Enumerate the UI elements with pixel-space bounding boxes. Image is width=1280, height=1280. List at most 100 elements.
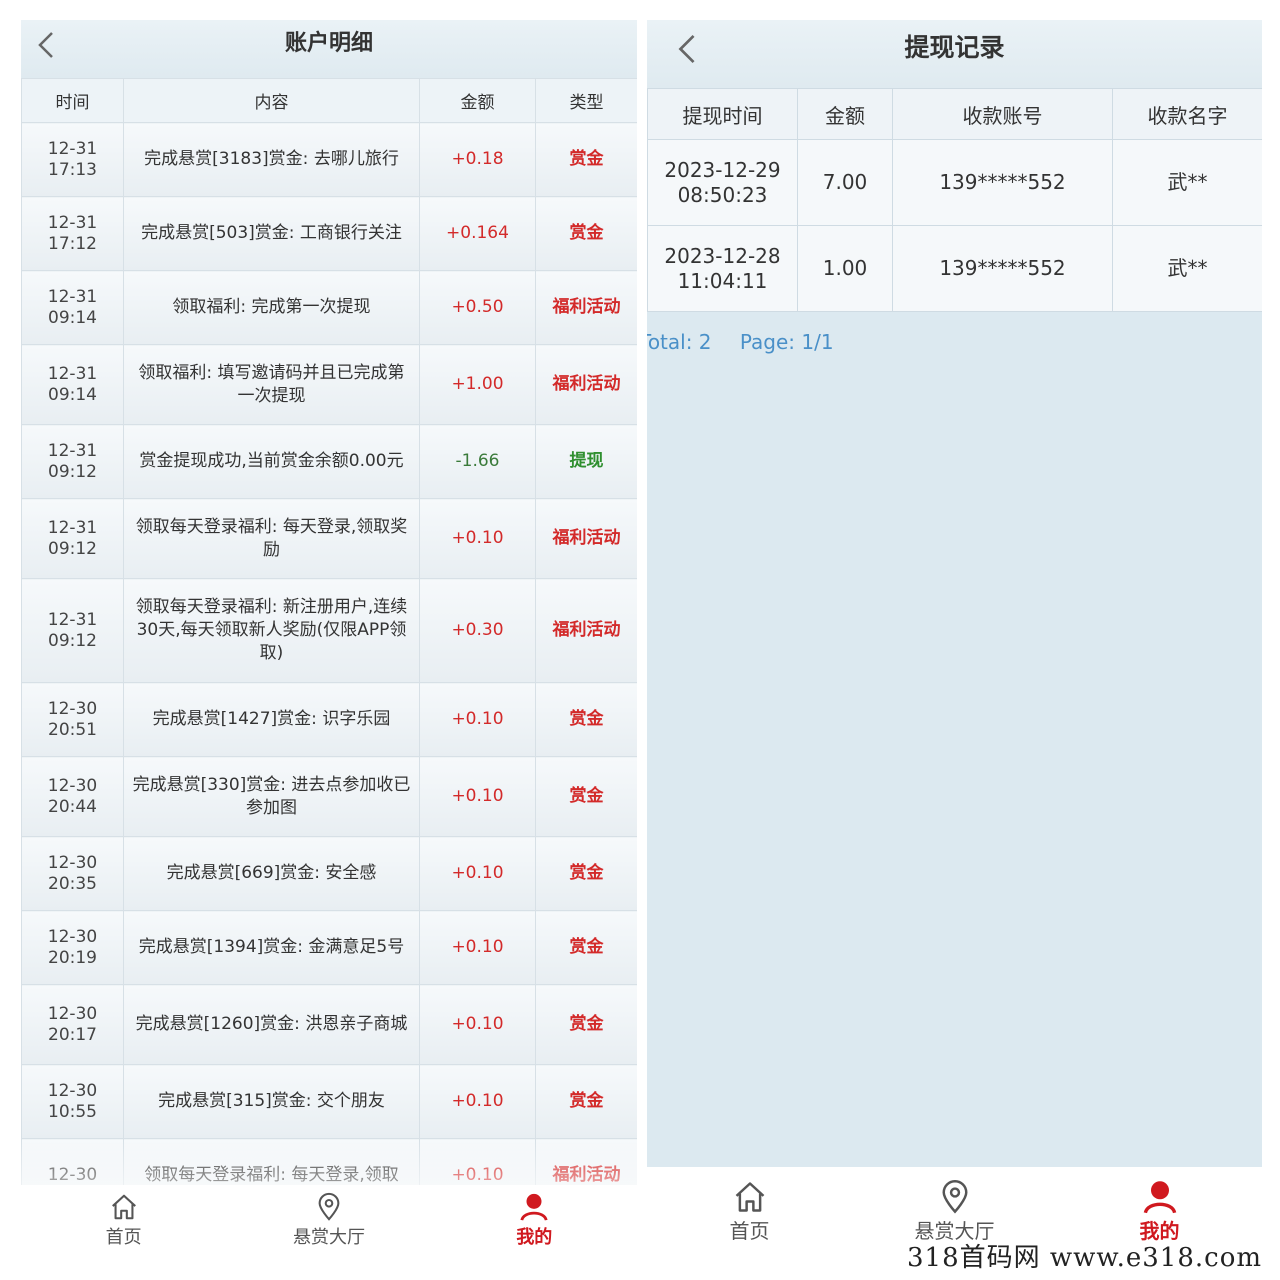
amount-cell: -1.66: [419, 424, 536, 499]
page-indicator: Page: 1/1: [739, 330, 834, 354]
clock-text: 20:17: [48, 1024, 97, 1045]
account-details-panel: 账户明细 时间 内容 金额 类型 12-31 17:13 完成悬赏[3183]赏金:…: [21, 20, 637, 1255]
type-cell: 赏金: [535, 756, 637, 837]
type-cell: 赏金: [535, 122, 637, 197]
nav-mine[interactable]: 我的: [432, 1185, 637, 1255]
table-row: 12-30 20:17 完成悬赏[1260]赏金: 洪恩亲子商城 +0.10 赏金: [21, 984, 637, 1065]
pagination-info: Total: 2 Page: 1/1: [647, 312, 1262, 372]
content-cell: 完成悬赏[330]赏金: 进去点参加收已参加图: [123, 756, 420, 837]
time-cell: 12-31 09:14: [21, 270, 124, 345]
account-cell: 139*****552: [892, 139, 1113, 226]
content-cell: 完成悬赏[3183]赏金: 去哪儿旅行: [123, 122, 420, 197]
table-row: 12-30 20:44 完成悬赏[330]赏金: 进去点参加收已参加图 +0.10 赏金: [21, 756, 637, 837]
nav-bounty-hall[interactable]: 悬赏大厅: [226, 1185, 431, 1255]
clock-text: 09:14: [48, 307, 97, 328]
account-details-rows: 12-31 17:13 完成悬赏[3183]赏金: 去哪儿旅行 +0.18 赏金 12-3…: [21, 122, 637, 1213]
date-text: 12-30: [47, 852, 98, 873]
amount-cell: 7.00: [797, 139, 893, 226]
nav-home-label: 首页: [105, 1227, 142, 1248]
time-cell: 12-30 20:19: [21, 910, 124, 985]
clock-text: 17:12: [48, 233, 97, 254]
time-cell: 12-31 17:13: [21, 122, 124, 197]
date-text: 2023-12-28: [664, 243, 781, 268]
table-row: 2023-12-29 08:50:23 7.00 139*****552 武**: [647, 139, 1262, 226]
payee-name-cell: 武**: [1112, 139, 1262, 226]
payee-name-cell: 武**: [1112, 225, 1262, 312]
nav-mine-label: 我的: [516, 1227, 553, 1248]
back-arrow-icon[interactable]: [675, 32, 699, 66]
clock-text: 09:12: [48, 461, 97, 482]
amount-cell: +0.10: [419, 984, 536, 1065]
table-row: 12-31 09:12 领取每天登录福利: 新注册用户,连续30天,每天领取新人奖励…: [21, 578, 637, 683]
amount-cell: +0.10: [419, 836, 536, 911]
type-cell: 赏金: [535, 1064, 637, 1139]
nav-bounty-hall-label: 悬赏大厅: [292, 1227, 365, 1248]
amount-cell: +1.00: [419, 344, 536, 425]
clock-text: 20:51: [48, 719, 97, 740]
date-text: 2023-12-29: [664, 157, 781, 182]
table-row: 12-30 20:19 完成悬赏[1394]赏金: 金满意足5号 +0.10 赏金: [21, 910, 637, 985]
clock-text: 09:12: [48, 538, 97, 559]
date-text: 12-31: [47, 138, 98, 159]
clock-text: 09:14: [48, 384, 97, 405]
content-cell: 领取福利: 完成第一次提现: [123, 270, 420, 345]
clock-text: 17:13: [48, 159, 97, 180]
amount-cell: +0.10: [419, 756, 536, 837]
account-details-table: 时间 内容 金额 类型 12-31 17:13 完成悬赏[3183]赏金: 去哪儿旅…: [21, 78, 637, 1213]
time-cell: 12-30 20:51: [21, 682, 124, 757]
date-text: 12-31: [47, 286, 98, 307]
type-cell: 赏金: [535, 910, 637, 985]
content-cell: 领取福利: 填写邀请码并且已完成第一次提现: [123, 344, 420, 425]
type-cell: 福利活动: [535, 578, 637, 683]
type-cell: 福利活动: [535, 270, 637, 345]
column-header-amount: 金额: [419, 78, 536, 123]
date-text: 12-30: [47, 926, 98, 947]
location-pin-icon: [318, 1192, 340, 1221]
type-cell: 福利活动: [535, 344, 637, 425]
date-text: 12-31: [47, 609, 98, 630]
withdrawal-records-header: 提现记录: [647, 20, 1262, 88]
column-header-withdraw-time: 提现时间: [647, 88, 798, 140]
time-cell: 12-31 17:12: [21, 196, 124, 271]
date-text: 12-30: [47, 1003, 98, 1024]
time-cell: 12-30 20:17: [21, 984, 124, 1065]
account-details-header: 账户明细: [21, 20, 637, 78]
table-row: 12-31 09:12 赏金提现成功,当前赏金余额0.00元 -1.66 提现: [21, 424, 637, 499]
content-cell: 完成悬赏[669]赏金: 安全感: [123, 836, 420, 911]
amount-cell: +0.10: [419, 682, 536, 757]
home-icon: [735, 1181, 764, 1212]
nav-home[interactable]: 首页: [647, 1167, 852, 1255]
amount-cell: 1.00: [797, 225, 893, 312]
amount-cell: +0.10: [419, 498, 536, 579]
table-row: 12-30 10:55 完成悬赏[315]赏金: 交个朋友 +0.10 赏金: [21, 1064, 637, 1139]
amount-cell: +0.18: [419, 122, 536, 197]
bottom-nav: 首页 悬赏大厅 我的: [21, 1185, 637, 1255]
date-text: 12-31: [47, 440, 98, 461]
date-text: 12-30: [47, 1080, 98, 1101]
page-title: 提现记录: [904, 33, 1005, 62]
content-cell: 完成悬赏[1394]赏金: 金满意足5号: [123, 910, 420, 985]
date-text: 12-31: [47, 363, 98, 384]
amount-cell: +0.50: [419, 270, 536, 345]
time-cell: 12-31 09:12: [21, 424, 124, 499]
time-cell: 12-31 09:14: [21, 344, 124, 425]
column-header-payee-name: 收款名字: [1112, 88, 1262, 140]
table-row: 12-30 20:35 完成悬赏[669]赏金: 安全感 +0.10 赏金: [21, 836, 637, 911]
time-cell: 12-30 20:35: [21, 836, 124, 911]
back-arrow-icon[interactable]: [35, 30, 57, 60]
clock-text: 20:19: [48, 947, 97, 968]
nav-home[interactable]: 首页: [21, 1185, 226, 1255]
table-row: 12-31 09:14 领取福利: 填写邀请码并且已完成第一次提现 +1.00 福利活动: [21, 344, 637, 425]
user-icon: [520, 1193, 548, 1221]
table-header-row: 提现时间 金额 收款账号 收款名字: [647, 88, 1262, 140]
column-header-account: 收款账号: [892, 88, 1113, 140]
table-row: 12-31 17:12 完成悬赏[503]赏金: 工商银行关注 +0.164 赏金: [21, 196, 637, 271]
content-cell: 赏金提现成功,当前赏金余额0.00元: [123, 424, 420, 499]
time-cell: 12-30 10:55: [21, 1064, 124, 1139]
table-row: 12-31 09:14 领取福利: 完成第一次提现 +0.50 福利活动: [21, 270, 637, 345]
table-header-row: 时间 内容 金额 类型: [21, 78, 637, 123]
table-row: 12-31 09:12 领取每天登录福利: 每天登录,领取奖励 +0.10 福利活动: [21, 498, 637, 579]
account-cell: 139*****552: [892, 225, 1113, 312]
time-cell: 12-30 20:44: [21, 756, 124, 837]
column-header-type: 类型: [535, 78, 637, 123]
